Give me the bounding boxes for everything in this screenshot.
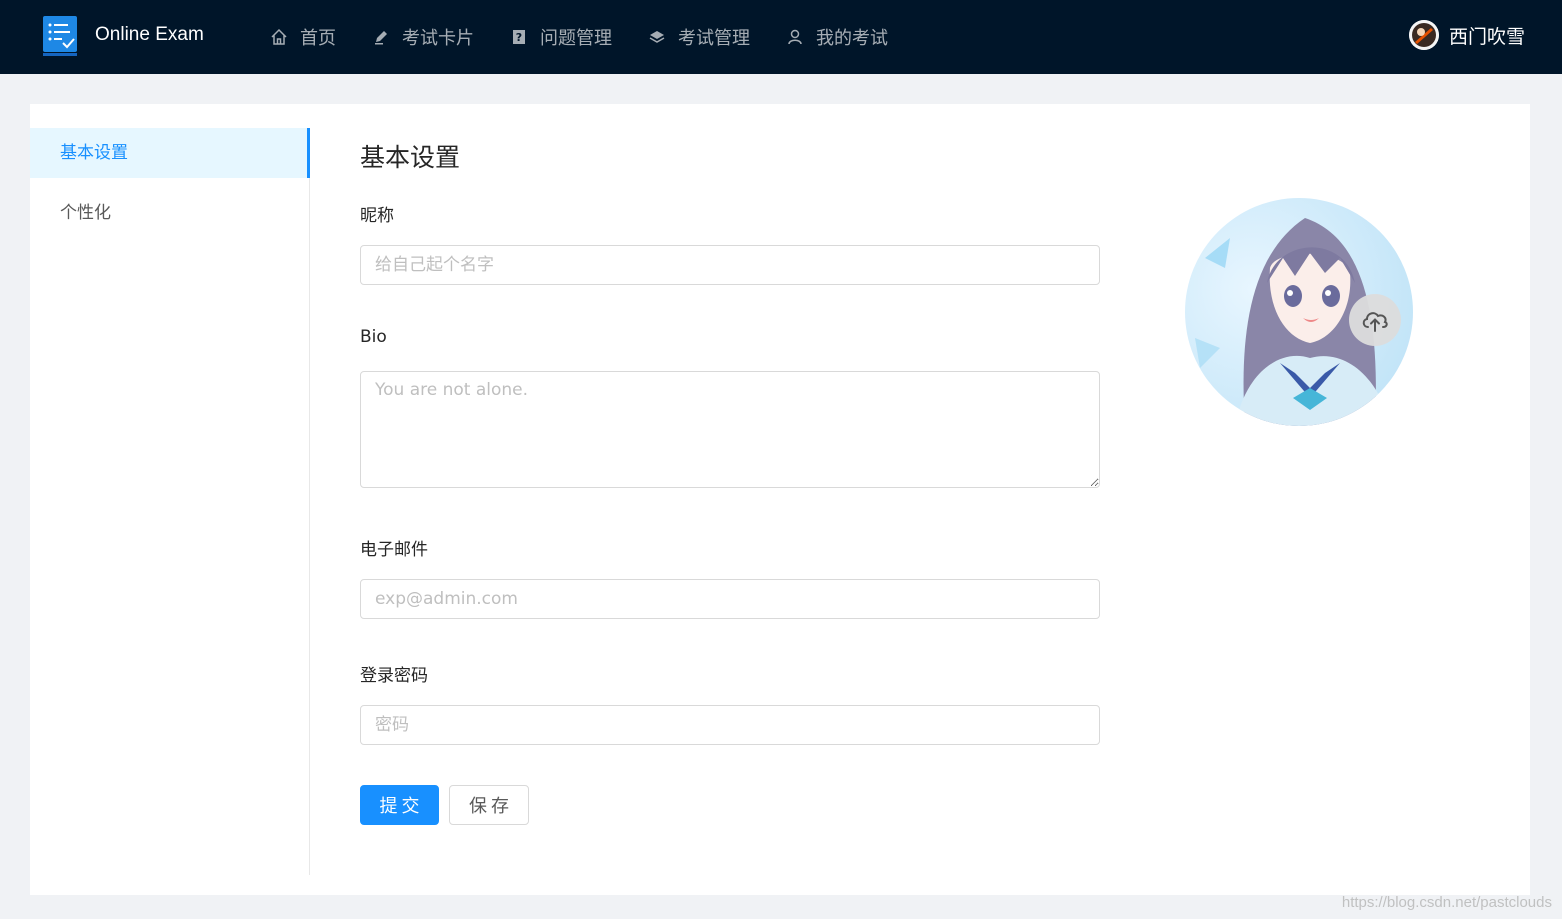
top-header: Online Exam 首页 考试卡片 ? 问题管理 考试管理 我的考试 西门吹…	[0, 0, 1562, 74]
top-nav: 首页 考试卡片 ? 问题管理 考试管理 我的考试	[252, 0, 906, 74]
cloud-upload-icon	[1362, 312, 1388, 332]
nav-item-home[interactable]: 首页	[252, 0, 354, 74]
watermark: https://blog.csdn.net/pastclouds	[1341, 894, 1552, 911]
layers-icon	[649, 31, 665, 43]
bio-textarea[interactable]	[360, 371, 1100, 488]
nav-item-my-exams[interactable]: 我的考试	[768, 0, 906, 74]
app-title[interactable]: Online Exam	[95, 22, 204, 48]
nav-label: 首页	[300, 28, 336, 49]
user-icon	[788, 29, 802, 45]
page-title: 基本设置	[360, 143, 461, 172]
svg-text:?: ?	[516, 31, 522, 44]
user-avatar	[1408, 20, 1439, 50]
user-menu[interactable]: 西门吹雪	[1408, 20, 1525, 50]
menu-item-basic-settings[interactable]: 基本设置	[30, 128, 310, 178]
save-button[interactable]: 保存	[449, 785, 529, 825]
nickname-label: 昵称	[360, 206, 394, 226]
nickname-input[interactable]	[360, 245, 1100, 285]
exam-logo-icon[interactable]	[43, 16, 77, 56]
upload-avatar-button[interactable]	[1349, 294, 1401, 346]
bio-label: Bio	[360, 327, 387, 347]
nav-label: 考试卡片	[402, 28, 474, 49]
email-label: 电子邮件	[360, 540, 428, 560]
settings-card: 基本设置 个性化 基本设置 昵称 Bio 电子邮件 登录密码 提交 保存	[30, 104, 1530, 895]
settings-side-menu: 基本设置 个性化	[30, 128, 310, 875]
nav-item-exam-cards[interactable]: 考试卡片	[354, 0, 492, 74]
question-icon: ?	[513, 30, 525, 44]
edit-icon	[375, 31, 387, 45]
profile-avatar	[1185, 198, 1413, 426]
submit-button[interactable]: 提交	[360, 785, 439, 825]
nav-label: 我的考试	[816, 28, 888, 49]
nav-item-question-manage[interactable]: ? 问题管理	[492, 0, 630, 74]
menu-item-personalize[interactable]: 个性化	[30, 188, 309, 238]
home-icon	[271, 28, 287, 45]
nav-item-exam-manage[interactable]: 考试管理	[630, 0, 768, 74]
password-input[interactable]	[360, 705, 1100, 745]
password-label: 登录密码	[360, 666, 428, 686]
nav-label: 考试管理	[678, 28, 750, 49]
nav-label: 问题管理	[540, 28, 612, 49]
user-name: 西门吹雪	[1448, 25, 1525, 48]
email-input[interactable]	[360, 579, 1100, 619]
